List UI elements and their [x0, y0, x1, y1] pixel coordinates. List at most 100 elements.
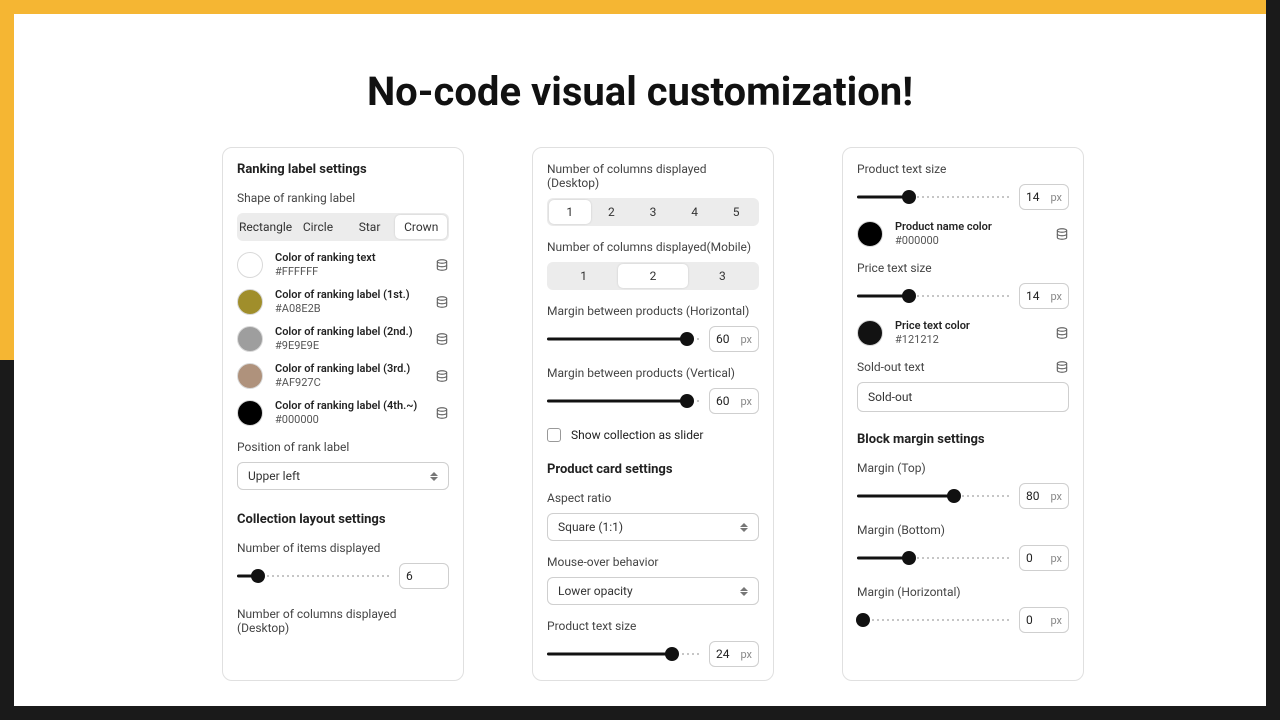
aspect-value: Square (1:1) — [558, 520, 623, 534]
items-label: Number of items displayed — [237, 541, 449, 555]
color-row-3rd[interactable]: Color of ranking label (3rd.) #AF927C — [237, 362, 449, 389]
cols-mobile-seg: 1 2 3 — [547, 262, 759, 290]
margin-top-slider[interactable] — [857, 487, 1009, 505]
cols-desktop-label: Number of columns displayed (Desktop) — [547, 162, 759, 190]
shape-segmented: Rectangle Circle Star Crown — [237, 213, 449, 241]
swatch-2nd[interactable] — [237, 326, 263, 352]
position-value: Upper left — [248, 469, 300, 483]
color-row-4th[interactable]: Color of ranking label (4th.~) #000000 — [237, 399, 449, 426]
page-title: No-code visual customization! — [14, 68, 1266, 115]
block-title: Block margin settings — [857, 432, 1069, 447]
mouse-value: Lower opacity — [558, 584, 633, 598]
stack-icon[interactable] — [435, 332, 449, 346]
price-swatch[interactable] — [857, 320, 883, 346]
swatch-hex: #FFFFFF — [275, 265, 423, 278]
position-select[interactable]: Upper left — [237, 462, 449, 490]
color-row-2nd[interactable]: Color of ranking label (2nd.) #9E9E9E — [237, 325, 449, 352]
swatch-4th[interactable] — [237, 400, 263, 426]
items-slider[interactable] — [237, 567, 389, 585]
swatch-text[interactable] — [237, 252, 263, 278]
swatch-label: Price text color — [895, 319, 1043, 332]
margin-horiz-label: Margin (Horizontal) — [857, 585, 1069, 599]
swatch-label: Color of ranking text — [275, 251, 423, 264]
price-color-row[interactable]: Price text color #121212 — [857, 319, 1069, 346]
prod-text-slider-2[interactable] — [547, 645, 699, 663]
prod-text-input-2[interactable]: 24px — [709, 641, 759, 667]
color-row-1st[interactable]: Color of ranking label (1st.) #A08E2B — [237, 288, 449, 315]
stack-icon[interactable] — [1055, 360, 1069, 374]
stack-icon[interactable] — [435, 295, 449, 309]
show-slider-checkbox[interactable] — [547, 428, 561, 442]
margin-v-input[interactable]: 60px — [709, 388, 759, 414]
shape-star[interactable]: Star — [344, 215, 396, 239]
margin-h-slider[interactable] — [547, 330, 699, 348]
cols-desktop-label-1: Number of columns displayed (Desktop) — [237, 607, 449, 635]
layout-title: Collection layout settings — [237, 512, 449, 527]
margin-top-label: Margin (Top) — [857, 461, 1069, 475]
select-caret-icon — [430, 469, 440, 483]
cols-desktop-seg: 1 2 3 4 5 — [547, 198, 759, 226]
margin-bottom-input[interactable]: 0px — [1019, 545, 1069, 571]
swatch-label: Color of ranking label (2nd.) — [275, 325, 423, 338]
margin-horiz-slider[interactable] — [857, 611, 1009, 629]
margin-h-input[interactable]: 60px — [709, 326, 759, 352]
stack-icon[interactable] — [1055, 227, 1069, 241]
margin-horiz-input[interactable]: 0px — [1019, 607, 1069, 633]
stack-icon[interactable] — [435, 258, 449, 272]
swatch-label: Product name color — [895, 220, 1043, 233]
swatch-1st[interactable] — [237, 289, 263, 315]
items-input[interactable]: 6 — [399, 563, 449, 589]
swatch-hex: #000000 — [275, 413, 423, 426]
shape-crown[interactable]: Crown — [395, 215, 447, 239]
prod-text-input[interactable]: 14px — [1019, 184, 1069, 210]
aspect-label: Aspect ratio — [547, 491, 759, 505]
swatch-hex: #000000 — [895, 234, 1043, 247]
panel-text-settings: Product text size 14px Product name colo… — [842, 147, 1084, 681]
cols-d-2[interactable]: 2 — [591, 200, 633, 224]
soldout-input[interactable]: Sold-out — [857, 382, 1069, 412]
cols-mobile-label: Number of columns displayed(Mobile) — [547, 240, 759, 254]
stack-icon[interactable] — [435, 369, 449, 383]
stack-icon[interactable] — [435, 406, 449, 420]
margin-v-slider[interactable] — [547, 392, 699, 410]
panel-ranking-settings: Ranking label settings Shape of ranking … — [222, 147, 464, 681]
aspect-select[interactable]: Square (1:1) — [547, 513, 759, 541]
cols-m-1[interactable]: 1 — [549, 264, 618, 288]
position-label: Position of rank label — [237, 440, 449, 454]
price-text-slider[interactable] — [857, 287, 1009, 305]
prod-text-slider[interactable] — [857, 188, 1009, 206]
ranking-title: Ranking label settings — [237, 162, 449, 177]
main-canvas: No-code visual customization! Ranking la… — [14, 14, 1266, 706]
select-caret-icon — [740, 584, 750, 598]
cols-d-5[interactable]: 5 — [715, 200, 757, 224]
cols-m-3[interactable]: 3 — [688, 264, 757, 288]
shape-circle[interactable]: Circle — [292, 215, 344, 239]
cols-d-4[interactable]: 4 — [674, 200, 716, 224]
stack-icon[interactable] — [1055, 326, 1069, 340]
swatch-3rd[interactable] — [237, 363, 263, 389]
price-text-input[interactable]: 14px — [1019, 283, 1069, 309]
mouse-select[interactable]: Lower opacity — [547, 577, 759, 605]
show-slider-label: Show collection as slider — [571, 428, 703, 442]
margin-top-input[interactable]: 80px — [1019, 483, 1069, 509]
price-text-label: Price text size — [857, 261, 1069, 275]
cols-m-2[interactable]: 2 — [618, 264, 687, 288]
swatch-label: Color of ranking label (3rd.) — [275, 362, 423, 375]
prod-name-color-row[interactable]: Product name color #000000 — [857, 220, 1069, 247]
cols-d-1[interactable]: 1 — [549, 200, 591, 224]
mouse-label: Mouse-over behavior — [547, 555, 759, 569]
shape-rectangle[interactable]: Rectangle — [239, 215, 292, 239]
swatch-hex: #121212 — [895, 333, 1043, 346]
select-caret-icon — [740, 520, 750, 534]
swatch-label: Color of ranking label (4th.~) — [275, 399, 423, 412]
cols-d-3[interactable]: 3 — [632, 200, 674, 224]
margin-bottom-slider[interactable] — [857, 549, 1009, 567]
prod-name-swatch[interactable] — [857, 221, 883, 247]
color-row-text[interactable]: Color of ranking text #FFFFFF — [237, 251, 449, 278]
shape-label: Shape of ranking label — [237, 191, 449, 205]
prod-text-label-2: Product text size — [547, 619, 759, 633]
margin-h-label: Margin between products (Horizontal) — [547, 304, 759, 318]
prod-text-label: Product text size — [857, 162, 1069, 176]
card-title: Product card settings — [547, 462, 759, 477]
panel-layout-settings: Number of columns displayed (Desktop) 1 … — [532, 147, 774, 681]
